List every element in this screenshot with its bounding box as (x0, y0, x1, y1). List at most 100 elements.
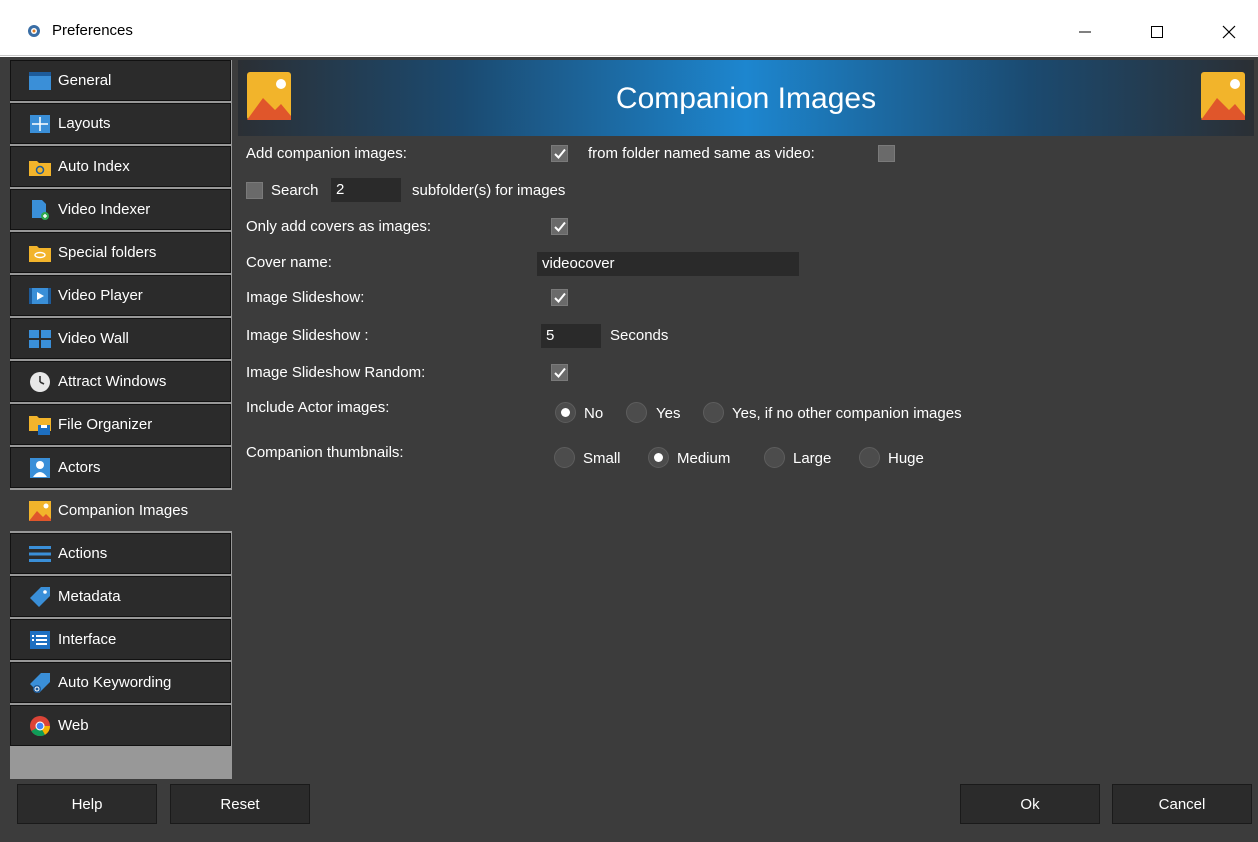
thumbnails-option-label: Huge (888, 450, 924, 467)
list-icon (27, 543, 53, 565)
sidebar-item-label: Actors (58, 459, 101, 476)
sidebar-item-video-player[interactable]: Video Player (10, 275, 231, 316)
sidebar-item-interface[interactable]: Interface (10, 619, 231, 660)
folder-save-icon (27, 414, 53, 436)
gear-icon (26, 23, 42, 39)
only-covers-checkbox[interactable] (551, 218, 568, 235)
video-wall-icon (27, 328, 53, 350)
sidebar-item-general[interactable]: General (10, 60, 231, 101)
sidebar-item-web[interactable]: Web (10, 705, 231, 746)
sidebar: General Layouts Auto Index Video Indexer… (10, 60, 232, 780)
slideshow-label: Image Slideshow: (246, 289, 365, 306)
title-bar: Preferences (0, 0, 1258, 56)
sidebar-item-video-wall[interactable]: Video Wall (10, 318, 231, 359)
sidebar-item-auto-index[interactable]: Auto Index (10, 146, 231, 187)
actor-images-label: Include Actor images: (246, 399, 390, 416)
maximize-button[interactable] (1134, 14, 1180, 50)
thumbnails-radio-medium[interactable] (648, 447, 669, 468)
person-icon (27, 457, 53, 479)
picture-icon (27, 500, 53, 522)
close-button[interactable] (1206, 14, 1252, 50)
only-covers-label: Only add covers as images: (246, 218, 432, 235)
sidebar-item-auto-keywording[interactable]: Auto Keywording (10, 662, 231, 703)
slideshow-random-checkbox[interactable] (551, 364, 568, 381)
sidebar-item-label: Special folders (58, 244, 157, 261)
slideshow-seconds-label: Image Slideshow : (246, 327, 369, 344)
reset-button[interactable]: Reset (170, 784, 310, 824)
cancel-button[interactable]: Cancel (1112, 784, 1252, 824)
sidebar-item-label: Metadata (58, 588, 121, 605)
add-companion-images-checkbox[interactable] (551, 145, 568, 162)
panel-title: Companion Images (615, 82, 877, 115)
add-companion-images-label: Add companion images: (246, 145, 407, 162)
cover-name-label: Cover name: (246, 254, 332, 271)
sidebar-item-label: Attract Windows (58, 373, 167, 390)
thumbnails-option-label: Medium (677, 450, 731, 467)
slideshow-seconds-input[interactable]: 5 (541, 324, 601, 348)
sidebar-item-special-folders[interactable]: Special folders (10, 232, 231, 273)
thumbnails-option-label: Large (793, 450, 832, 467)
dialog-body: General Layouts Auto Index Video Indexer… (0, 57, 1258, 842)
cover-name-input[interactable]: videocover (537, 252, 799, 276)
subfolder-suffix-label: subfolder(s) for images (412, 182, 566, 199)
video-player-icon (27, 285, 53, 307)
from-folder-checkbox[interactable] (878, 145, 895, 162)
clock-icon (27, 371, 53, 393)
interface-icon (27, 629, 53, 651)
thumbnails-radio-huge[interactable] (859, 447, 880, 468)
sidebar-item-label: Video Wall (58, 330, 129, 347)
sidebar-item-label: Video Player (58, 287, 143, 304)
picture-icon (1197, 68, 1249, 128)
sidebar-item-label: Auto Keywording (58, 674, 172, 691)
slideshow-checkbox[interactable] (551, 289, 568, 306)
sidebar-item-metadata[interactable]: Metadata (10, 576, 231, 617)
sidebar-item-label: Interface (58, 631, 117, 648)
actor-images-radio-yes[interactable] (626, 402, 647, 423)
actor-images-option-label: Yes, if no other companion images (732, 405, 962, 422)
tag-refresh-icon (27, 672, 53, 694)
actor-images-radio-yes-if-none[interactable] (703, 402, 724, 423)
seconds-unit-label: Seconds (610, 327, 669, 344)
sidebar-item-actors[interactable]: Actors (10, 447, 231, 488)
panel-banner: Companion Images (238, 60, 1254, 136)
thumbnails-radio-small[interactable] (554, 447, 575, 468)
folder-link-icon (27, 242, 53, 264)
ok-button[interactable]: Ok (960, 784, 1100, 824)
tag-icon (27, 586, 53, 608)
slideshow-random-label: Image Slideshow Random: (246, 364, 426, 381)
from-folder-label: from folder named same as video: (588, 145, 815, 162)
sidebar-item-label: Auto Index (58, 158, 130, 175)
sidebar-item-companion-images[interactable]: Companion Images (10, 490, 232, 531)
sidebar-item-label: Actions (58, 545, 108, 562)
sidebar-item-label: Web (58, 717, 89, 734)
minimize-button[interactable] (1062, 14, 1108, 50)
sidebar-item-label: Layouts (58, 115, 111, 132)
actor-images-option-label: No (584, 405, 604, 422)
chrome-icon (27, 715, 53, 737)
settings-panel: Companion Images Add companion images: f… (232, 57, 1258, 779)
sidebar-item-file-organizer[interactable]: File Organizer (10, 404, 231, 445)
window-title: Preferences (52, 22, 133, 39)
sidebar-item-attract-windows[interactable]: Attract Windows (10, 361, 231, 402)
actor-images-radio-no[interactable] (555, 402, 576, 423)
window-icon (27, 70, 53, 92)
layouts-icon (27, 113, 53, 135)
sidebar-item-label: Companion Images (58, 502, 189, 519)
sidebar-item-label: General (58, 72, 112, 89)
sidebar-item-label: Video Indexer (58, 201, 151, 218)
document-add-icon (27, 199, 53, 221)
search-label: Search (271, 182, 319, 199)
button-bar: Help Reset Ok Cancel (0, 779, 1258, 842)
search-subfolders-checkbox[interactable] (246, 182, 263, 199)
thumbnails-label: Companion thumbnails: (246, 444, 404, 461)
sidebar-item-layouts[interactable]: Layouts (10, 103, 231, 144)
help-button[interactable]: Help (17, 784, 157, 824)
actor-images-option-label: Yes (656, 405, 681, 422)
sidebar-item-actions[interactable]: Actions (10, 533, 231, 574)
sidebar-item-video-indexer[interactable]: Video Indexer (10, 189, 231, 230)
thumbnails-option-label: Small (583, 450, 621, 467)
subfolder-count-input[interactable]: 2 (331, 178, 401, 202)
thumbnails-radio-large[interactable] (764, 447, 785, 468)
folder-refresh-icon (27, 156, 53, 178)
sidebar-item-label: File Organizer (58, 416, 153, 433)
